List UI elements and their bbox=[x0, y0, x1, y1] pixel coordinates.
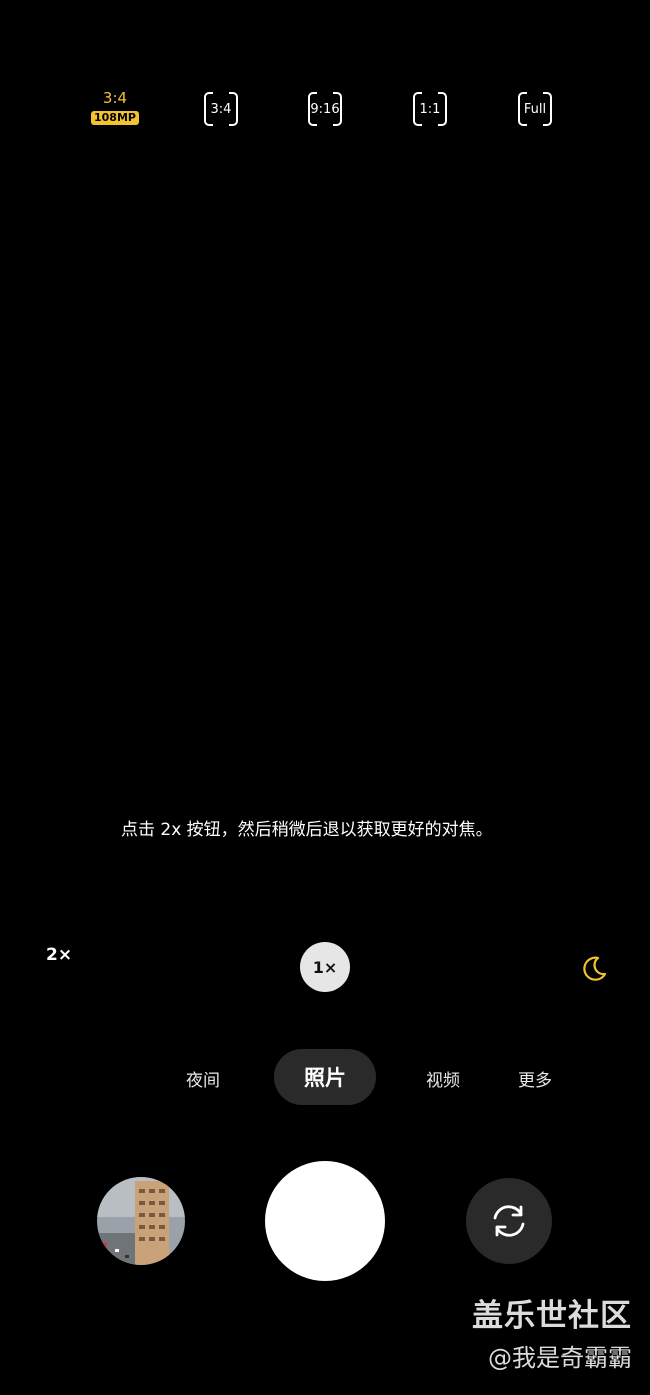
aspect-3-4-108mp-button[interactable]: 3:4 108MP bbox=[87, 90, 143, 125]
camera-switch-icon bbox=[493, 1205, 525, 1237]
watermark-site: 盖乐世社区 bbox=[472, 1298, 632, 1334]
zoom-1x-button[interactable]: 1× bbox=[300, 942, 350, 992]
aspect-full-button[interactable]: Full bbox=[518, 90, 552, 128]
watermark-author: @我是奇霸霸 bbox=[488, 1344, 632, 1372]
mode-night[interactable]: 夜间 bbox=[186, 1066, 220, 1091]
mode-photo[interactable]: 照片 bbox=[274, 1049, 376, 1105]
camera-switch-button[interactable] bbox=[466, 1178, 552, 1264]
mode-video[interactable]: 视频 bbox=[426, 1066, 460, 1091]
108mp-badge: 108MP bbox=[91, 111, 139, 125]
aspect-3-4-button[interactable]: 3:4 bbox=[204, 90, 238, 128]
moon-icon[interactable] bbox=[578, 952, 610, 984]
aspect-ratio-label: 3:4 bbox=[102, 89, 128, 107]
aspect-9-16-button[interactable]: 9:16 bbox=[308, 90, 342, 128]
zoom-2x-button[interactable]: 2× bbox=[46, 945, 72, 965]
mode-more[interactable]: 更多 bbox=[518, 1066, 552, 1091]
focus-hint-text: 点击 2x 按钮，然后稍微后退以获取更好的对焦。 bbox=[121, 820, 493, 840]
shutter-button[interactable] bbox=[265, 1161, 385, 1281]
gallery-thumbnail[interactable] bbox=[97, 1177, 185, 1265]
aspect-1-1-button[interactable]: 1:1 bbox=[413, 90, 447, 128]
